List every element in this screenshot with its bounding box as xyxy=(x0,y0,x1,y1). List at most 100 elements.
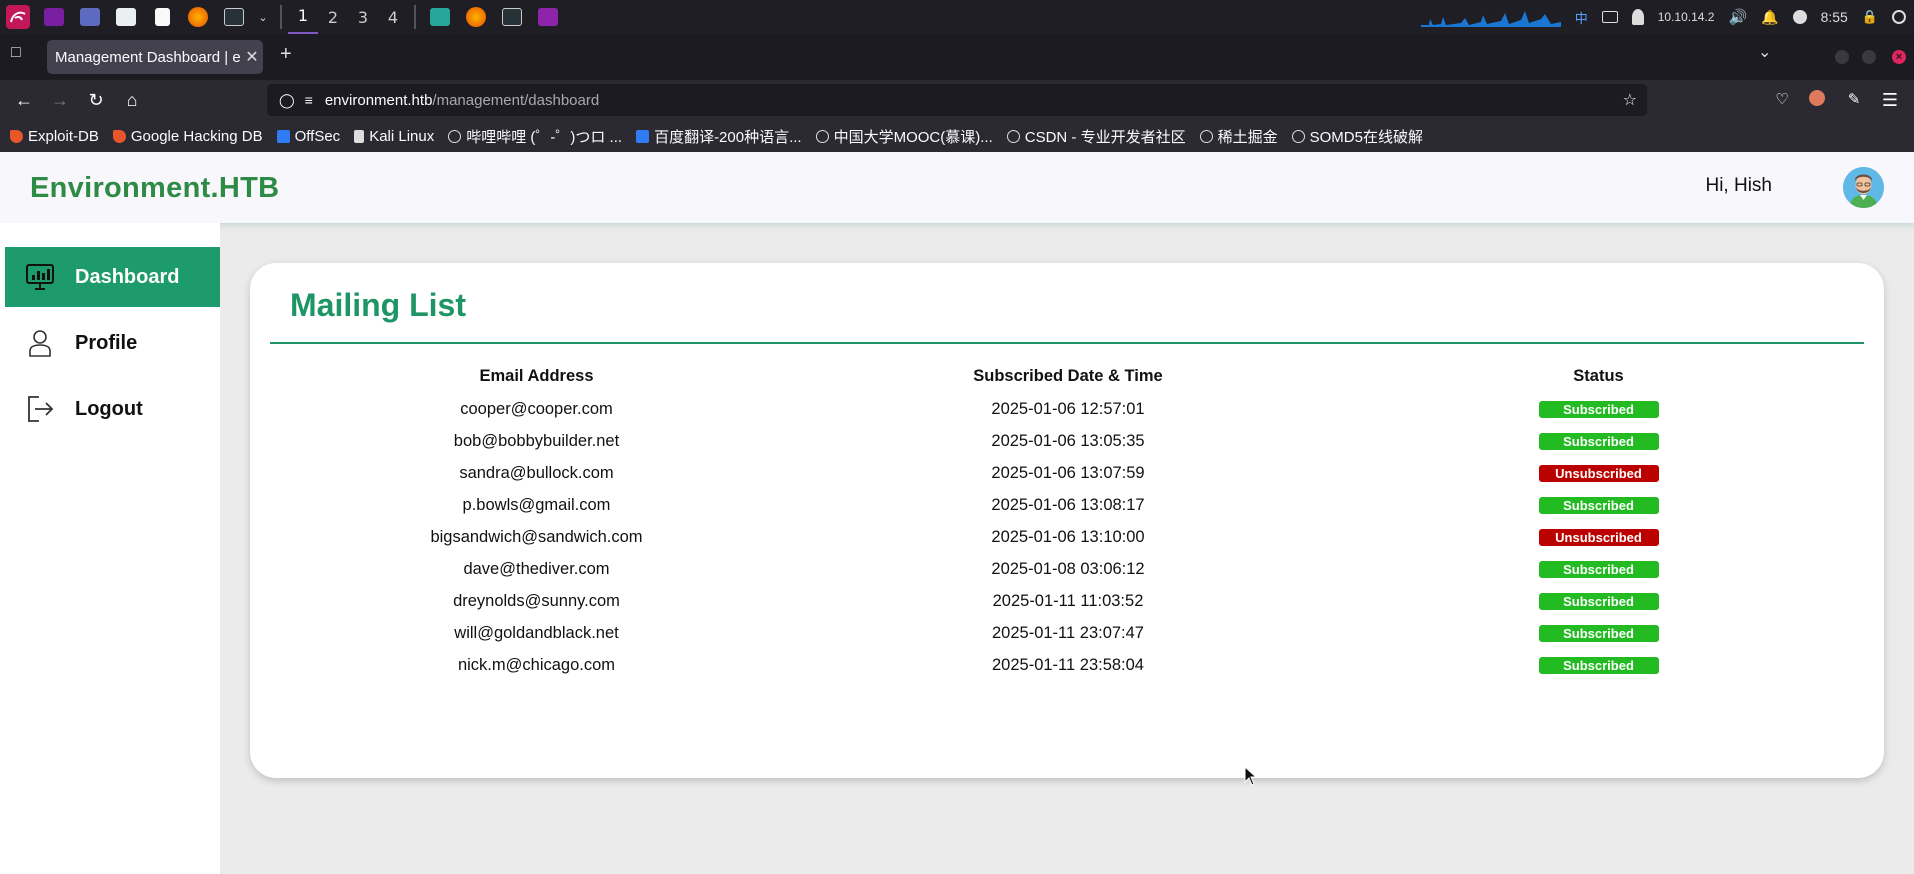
status-cell: Subscribed xyxy=(1333,393,1864,425)
burp-icon[interactable] xyxy=(426,3,454,31)
lock-icon[interactable]: 🔒 xyxy=(1862,9,1878,25)
bookmark-google-hacking-db[interactable]: Google Hacking DB xyxy=(112,128,263,145)
bookmark-offsec[interactable]: OffSec xyxy=(276,128,340,145)
bookmark-star-icon[interactable]: ☆ xyxy=(1623,90,1637,110)
date-cell: 2025-01-06 13:05:35 xyxy=(991,431,1145,450)
desktop-app-icon[interactable] xyxy=(76,3,104,31)
globe-icon xyxy=(1199,129,1213,143)
back-icon[interactable]: ← xyxy=(12,88,36,112)
vpn-icon[interactable] xyxy=(1631,9,1644,25)
kali-icon xyxy=(354,129,365,143)
bookmark-label: 中国大学MOOC(慕课)... xyxy=(833,128,993,146)
new-tab-icon[interactable]: + xyxy=(280,43,292,66)
column-header-date: Subscribed Date & Time xyxy=(973,366,1163,385)
reload-icon[interactable]: ↻ xyxy=(84,88,108,112)
extension-avatar-icon[interactable] xyxy=(1805,88,1829,112)
sidebar-item-logout[interactable]: Logout xyxy=(5,379,220,439)
url-host: environment.htb xyxy=(324,91,433,109)
logout-icon xyxy=(23,392,57,426)
date-cell: 2025-01-08 03:06:12 xyxy=(991,559,1145,578)
volume-icon[interactable]: 🔊 xyxy=(1728,8,1747,26)
offsec-icon xyxy=(276,129,290,143)
status-badge: Subscribed xyxy=(1538,592,1659,610)
page-title: Mailing List xyxy=(290,287,466,323)
extensions-icon[interactable]: ✎ xyxy=(1842,88,1866,112)
minimize-window-button[interactable] xyxy=(1835,50,1849,64)
close-tab-icon[interactable]: ✕ xyxy=(241,47,263,67)
taskbar-separator xyxy=(280,5,282,29)
browser-tab[interactable]: Management Dashboard | en ✕ xyxy=(47,40,263,74)
workspace-2[interactable]: 2 xyxy=(318,8,348,27)
email-cell: p.bowls@gmail.com xyxy=(462,495,611,514)
bookmark-somd5[interactable]: SOMD5在线破解 xyxy=(1291,126,1423,147)
close-window-button[interactable]: × xyxy=(1892,50,1906,64)
sidebar-item-dashboard[interactable]: Dashboard xyxy=(5,247,220,307)
email-cell: cooper@cooper.com xyxy=(460,399,613,418)
table-row: sandra@bullock.com 2025-01-06 13:07:59 Uns… xyxy=(270,457,1864,489)
table-header-row: Email Address Subscribed Date & Time Sta… xyxy=(270,359,1864,393)
bookmark-bilibili[interactable]: 哔哩哔哩 (゜-゜)つロ ... xyxy=(448,126,622,147)
ime-indicator[interactable]: 中 xyxy=(1575,8,1588,27)
bookmark-juejin[interactable]: 稀土掘金 xyxy=(1199,126,1278,147)
tab-list-chevron-icon[interactable]: ⌄ xyxy=(1758,42,1771,62)
email-cell: will@goldandblack.net xyxy=(454,623,619,642)
date-cell: 2025-01-06 13:07:59 xyxy=(991,463,1145,482)
tracking-shield-icon[interactable]: ◯ xyxy=(279,92,295,109)
bookmark-label: 哔哩哔哩 (゜-゜)つロ ... xyxy=(466,128,623,146)
site-brand[interactable]: Environment.HTB xyxy=(30,172,279,205)
file-manager-icon[interactable] xyxy=(112,3,140,31)
date-cell: 2025-01-11 23:58:04 xyxy=(992,655,1144,674)
page-info-icon[interactable]: ≡ xyxy=(305,92,313,108)
kali-menu-icon[interactable] xyxy=(4,3,32,31)
forward-icon[interactable]: → xyxy=(48,88,72,112)
pocket-icon[interactable]: ♡ xyxy=(1770,88,1794,112)
bookmark-label: 稀土掘金 xyxy=(1217,128,1278,146)
taskbar-separator xyxy=(414,5,416,29)
menu-icon[interactable]: ☰ xyxy=(1878,88,1902,112)
status-cell: Unsubscribed xyxy=(1333,457,1864,489)
bookmark-label: 百度翻译-200种语言... xyxy=(654,128,802,146)
table-body: cooper@cooper.com 2025-01-06 12:57:01 Subs… xyxy=(270,393,1864,681)
workspace-3[interactable]: 3 xyxy=(348,8,378,27)
text-editor-icon[interactable] xyxy=(148,3,176,31)
chevron-down-icon[interactable]: ⌄ xyxy=(256,3,270,31)
tab-title: Management Dashboard | en xyxy=(55,48,241,66)
workspace-4[interactable]: 4 xyxy=(378,8,408,27)
bookmark-mooc[interactable]: 中国大学MOOC(慕课)... xyxy=(815,126,993,147)
sidebar-item-profile[interactable]: Profile xyxy=(5,313,220,373)
bookmark-label: Kali Linux xyxy=(369,127,435,145)
bookmark-baidu-translate[interactable]: 百度翻译-200种语言... xyxy=(636,126,802,147)
bookmark-csdn[interactable]: CSDN - 专业开发者社区 xyxy=(1006,126,1186,147)
bookmark-kali-linux[interactable]: Kali Linux xyxy=(354,128,434,145)
notifications-icon[interactable]: 🔔 xyxy=(1761,9,1778,26)
sidebar-item-label: Dashboard xyxy=(75,265,180,288)
folder-running-icon[interactable] xyxy=(534,3,562,31)
workspace-1[interactable]: 1 xyxy=(288,0,318,34)
bookmark-exploit-db[interactable]: Exploit-DB xyxy=(10,128,99,145)
terminal-icon[interactable] xyxy=(220,3,248,31)
terminal-running-icon[interactable] xyxy=(498,3,526,31)
display-icon[interactable] xyxy=(1601,11,1618,23)
firefox-icon[interactable] xyxy=(184,3,212,31)
status-cell: Subscribed xyxy=(1333,489,1864,521)
maximize-window-button[interactable] xyxy=(1862,50,1876,64)
url-bar[interactable]: ◯ ≡ environment.htb/management/dashboard… xyxy=(267,84,1647,116)
avatar[interactable] xyxy=(1843,167,1884,208)
firefox-running-icon[interactable] xyxy=(462,3,490,31)
power-icon[interactable] xyxy=(1892,10,1906,24)
workspace-app-icon[interactable] xyxy=(40,3,68,31)
table-row: p.bowls@gmail.com 2025-01-06 13:08:17 Subs… xyxy=(270,489,1864,521)
status-cell: Subscribed xyxy=(1333,617,1864,649)
status-badge: Subscribed xyxy=(1538,624,1659,642)
home-icon[interactable]: ⌂ xyxy=(120,88,144,112)
user-icon xyxy=(23,326,57,360)
globe-icon xyxy=(815,129,829,143)
updates-icon[interactable] xyxy=(1792,10,1807,24)
web-page: Environment.HTB Hi, Hish Dashboard Profi… xyxy=(0,152,1914,874)
email-cell: nick.m@chicago.com xyxy=(457,655,616,674)
clock: 8:55 xyxy=(1820,9,1848,25)
column-header-email: Email Address xyxy=(479,366,594,385)
exploit-db-icon xyxy=(10,129,23,143)
sidebar: Dashboard Profile Logout xyxy=(0,223,220,874)
tab-overview-icon[interactable]: □ xyxy=(11,44,21,62)
